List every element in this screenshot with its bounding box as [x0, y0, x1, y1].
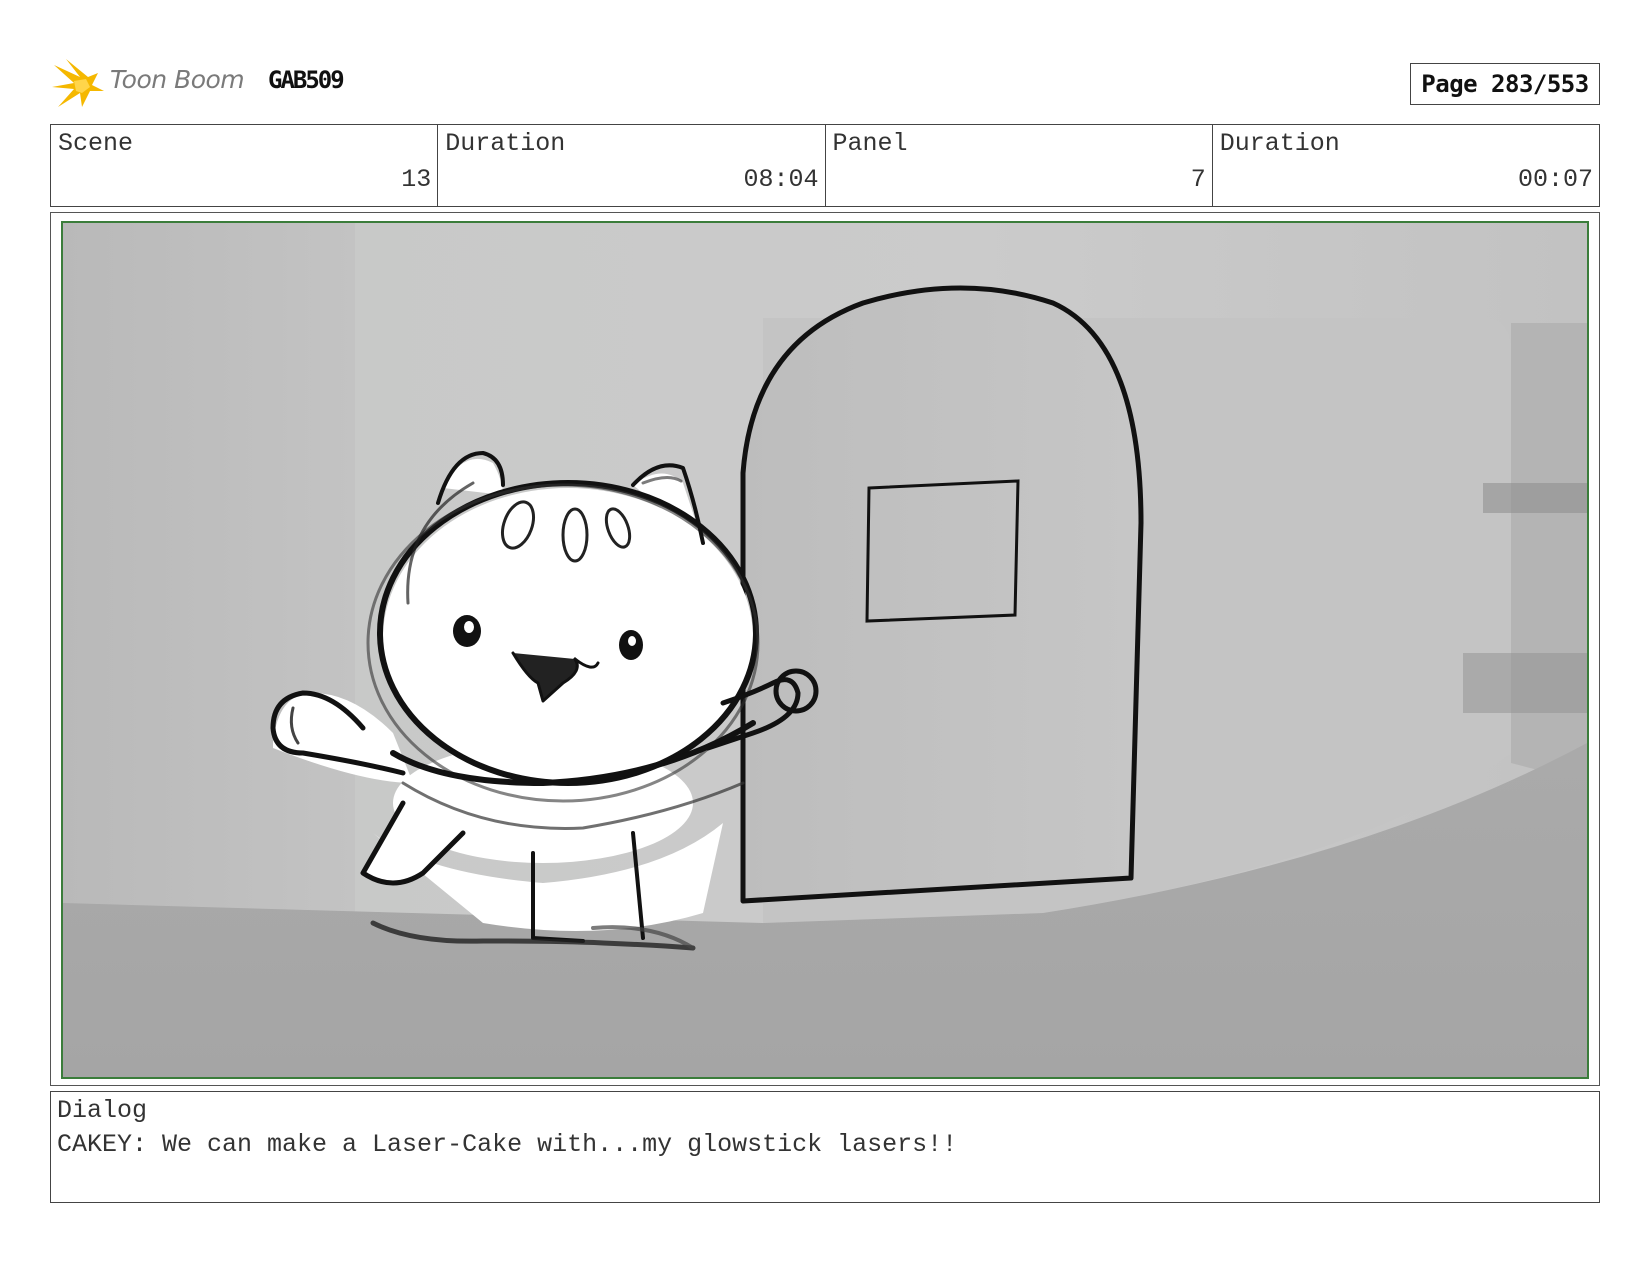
right-shelf-shadow	[1483, 483, 1587, 513]
dialog-text: CAKEY: We can make a Laser-Cake with...m…	[57, 1130, 958, 1159]
scene-duration-cell: Duration 08:04	[438, 125, 826, 206]
dialog-box: Dialog CAKEY: We can make a Laser-Cake w…	[50, 1091, 1600, 1203]
door	[740, 285, 1144, 904]
page-indicator: Page 283/553	[1410, 63, 1600, 105]
dialog-label: Dialog	[57, 1096, 148, 1125]
panel-duration-cell: Duration 00:07	[1213, 125, 1599, 206]
panel-info-table: Scene 13 Duration 08:04 Panel 7 Duration…	[50, 124, 1600, 207]
right-shelf-shadow-2	[1463, 653, 1587, 713]
toon-boom-star-icon	[52, 59, 104, 107]
panel-label: Panel	[832, 129, 908, 158]
scene-label: Scene	[58, 129, 134, 158]
project-code: GAB509	[268, 66, 345, 94]
scene-duration-label: Duration	[445, 129, 566, 158]
panel-duration-label: Duration	[1219, 129, 1340, 158]
panel-value: 7	[1190, 165, 1206, 194]
panel-cell: Panel 7	[826, 125, 1213, 206]
storyboard-panel-image	[61, 221, 1589, 1079]
scene-cell: Scene 13	[51, 125, 439, 206]
logo-text: Toon Boom	[110, 65, 245, 94]
far-right-block	[1511, 323, 1587, 783]
left-wall	[63, 223, 355, 923]
scene-value: 13	[401, 165, 432, 194]
panel-duration-value: 00:07	[1517, 165, 1593, 194]
panel-drawing	[63, 223, 1587, 1077]
storyboard-frame	[50, 212, 1600, 1086]
scene-duration-value: 08:04	[743, 165, 819, 194]
toon-boom-logo: Toon Boom	[52, 55, 252, 111]
